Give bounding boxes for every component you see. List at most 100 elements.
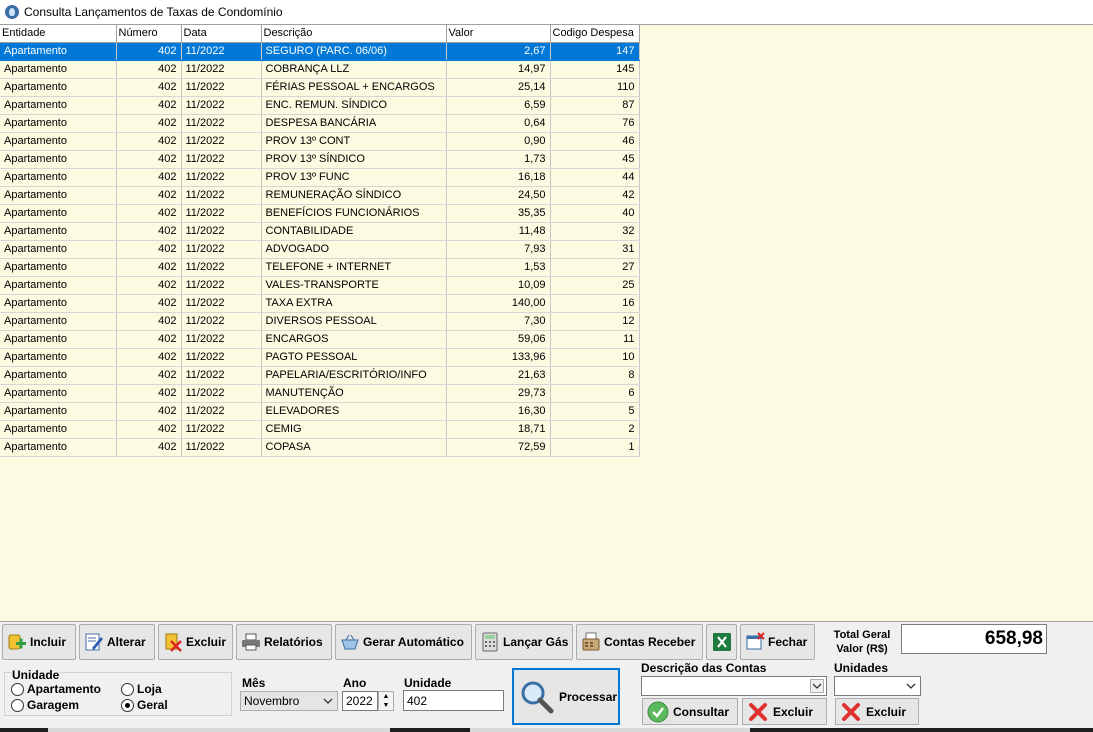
table-row[interactable]: Apartamento 402 11/2022 COBRANÇA LLZ 14,97 14… [0,60,640,79]
cell-codigo-despesa: 31 [550,240,640,259]
col-header-valor[interactable]: Valor [446,25,551,43]
app-icon [5,5,19,19]
unidades-select[interactable] [834,676,921,696]
expenses-grid[interactable]: Entidade Número Data Descrição Valor Cod… [0,24,1093,622]
col-header-entidade[interactable]: Entidade [0,25,117,43]
ano-label: Ano [343,676,367,690]
mes-value: Novembro [244,694,300,708]
table-row[interactable]: Apartamento 402 11/2022 ADVOGADO 7,93 31 [0,240,640,259]
ano-input[interactable]: 2022 [342,691,378,711]
table-row[interactable]: Apartamento 402 11/2022 ELEVADORES 16,30 5 [0,402,640,421]
table-row[interactable]: Apartamento 402 11/2022 PAPELARIA/ESCRITÓRI… [0,366,640,385]
cell-data: 11/2022 [181,366,262,385]
table-row[interactable]: Apartamento 402 11/2022 PAGTO PESSOAL 133,96… [0,348,640,367]
col-header-codigo-despesa[interactable]: Codigo Despesa [550,25,640,43]
consultar-button[interactable]: Consultar [642,698,738,725]
cell-codigo-despesa: 76 [550,114,640,133]
contas-receber-button[interactable]: Contas Receber [576,624,703,660]
col-header-data[interactable]: Data [181,25,262,43]
cell-numero: 402 [116,330,182,349]
table-row[interactable]: Apartamento 402 11/2022 DIVERSOS PESSOAL 7,3… [0,312,640,331]
cash-register-icon [581,632,601,652]
cell-data: 11/2022 [181,312,262,331]
processar-label: Processar [559,689,618,704]
radio-circle-checked [121,698,134,712]
radio-garagem[interactable]: Garagem [11,698,79,712]
alterar-label: Alterar [107,635,146,649]
magnifier-icon [519,679,555,715]
cell-numero: 402 [116,258,182,277]
unidade-input[interactable]: 402 [403,690,504,711]
excluir-conta-button[interactable]: Excluir [742,698,827,725]
descricao-contas-select[interactable] [641,676,827,696]
cell-valor: 6,59 [446,96,551,115]
excel-icon [712,632,732,652]
table-row[interactable]: Apartamento 402 11/2022 BENEFÍCIOS FUNCIONÁ… [0,204,640,223]
cell-entidade: Apartamento [0,60,117,79]
cell-entidade: Apartamento [0,150,117,169]
excel-export-button[interactable] [706,624,737,660]
table-row[interactable]: Apartamento 402 11/2022 TELEFONE + INTERNET… [0,258,640,277]
excluir-unidade-button[interactable]: Excluir [835,698,919,725]
expenses-table[interactable]: Entidade Número Data Descrição Valor Cod… [0,25,640,457]
table-row[interactable]: Apartamento 402 11/2022 TAXA EXTRA 140,00 16 [0,294,640,313]
table-row[interactable]: Apartamento 402 11/2022 REMUNERAÇÃO SÍNDICO… [0,186,640,205]
spin-down-icon[interactable]: ▼ [379,701,393,710]
mes-select[interactable]: Novembro [240,691,338,711]
relatorios-button[interactable]: Relatórios [236,624,332,660]
excluir-conta-label: Excluir [773,704,814,719]
cell-valor: 7,93 [446,240,551,259]
cell-codigo-despesa: 16 [550,294,640,313]
table-row[interactable]: Apartamento 402 11/2022 CONTABILIDADE 11,48 3… [0,222,640,241]
incluir-label: Incluir [30,635,67,649]
lancar-gas-button[interactable]: Lançar Gás [475,624,573,660]
col-header-descricao[interactable]: Descrição [261,25,447,43]
gerar-automatico-button[interactable]: Gerar Automático [335,624,472,660]
radio-apartamento[interactable]: Apartamento [11,682,101,696]
table-row[interactable]: Apartamento 402 11/2022 PROV 13º FUNC 16,18 4… [0,168,640,187]
cell-entidade: Apartamento [0,132,117,151]
table-row[interactable]: Apartamento 402 11/2022 COPASA 72,59 1 [0,438,640,457]
cell-data: 11/2022 [181,402,262,421]
radio-garagem-label: Garagem [27,698,80,712]
cell-data: 11/2022 [181,384,262,403]
col-header-numero[interactable]: Número [116,25,182,43]
relatorios-label: Relatórios [264,635,323,649]
cell-descricao: PROV 13º CONT [261,132,447,151]
consultar-label: Consultar [673,704,730,719]
table-row[interactable]: Apartamento 402 11/2022 PROV 13º CONT 0,90 46 [0,132,640,151]
cell-descricao: REMUNERAÇÃO SÍNDICO [261,186,447,205]
spin-up-icon[interactable]: ▲ [379,692,393,701]
table-row[interactable]: Apartamento 402 11/2022 DESPESA BANCÁRIA 0,6… [0,114,640,133]
table-row[interactable]: Apartamento 402 11/2022 PROV 13º SÍNDICO 1,7… [0,150,640,169]
cell-codigo-despesa: 12 [550,312,640,331]
table-row[interactable]: Apartamento 402 11/2022 FÉRIAS PESSOAL + EN… [0,78,640,97]
cell-entidade: Apartamento [0,186,117,205]
radio-geral[interactable]: Geral [121,698,168,712]
cell-codigo-despesa: 87 [550,96,640,115]
processar-button[interactable]: Processar [512,668,620,725]
radio-apartamento-label: Apartamento [27,682,102,696]
alterar-button[interactable]: Alterar [79,624,155,660]
cell-numero: 402 [116,204,182,223]
unidade-radio-group: Unidade Apartamento Loja Garagem Geral [4,668,232,716]
cell-data: 11/2022 [181,330,262,349]
ano-spinner[interactable]: ▲ ▼ [378,691,394,711]
gerar-automatico-label: Gerar Automático [363,635,464,649]
incluir-button[interactable]: Incluir [2,624,76,660]
table-row[interactable]: Apartamento 402 11/2022 ENCARGOS 59,06 11 [0,330,640,349]
table-row[interactable]: Apartamento 402 11/2022 SEGURO (PARC. 06/06… [0,42,640,61]
cell-codigo-despesa: 42 [550,186,640,205]
add-document-icon [7,632,27,652]
fechar-button[interactable]: Fechar [740,624,815,660]
cell-valor: 21,63 [446,366,551,385]
window-title: Consulta Lançamentos de Taxas de Condomí… [24,5,283,19]
cell-descricao: ENC. REMUN. SÍNDICO [261,96,447,115]
table-row[interactable]: Apartamento 402 11/2022 CEMIG 18,71 2 [0,420,640,439]
radio-loja[interactable]: Loja [121,682,162,696]
table-row[interactable]: Apartamento 402 11/2022 ENC. REMUN. SÍNDICO… [0,96,640,115]
table-row[interactable]: Apartamento 402 11/2022 MANUTENÇÃO 29,73 6 [0,384,640,403]
cell-entidade: Apartamento [0,276,117,295]
table-row[interactable]: Apartamento 402 11/2022 VALES-TRANSPORTE 10,… [0,276,640,295]
excluir-button[interactable]: Excluir [158,624,233,660]
